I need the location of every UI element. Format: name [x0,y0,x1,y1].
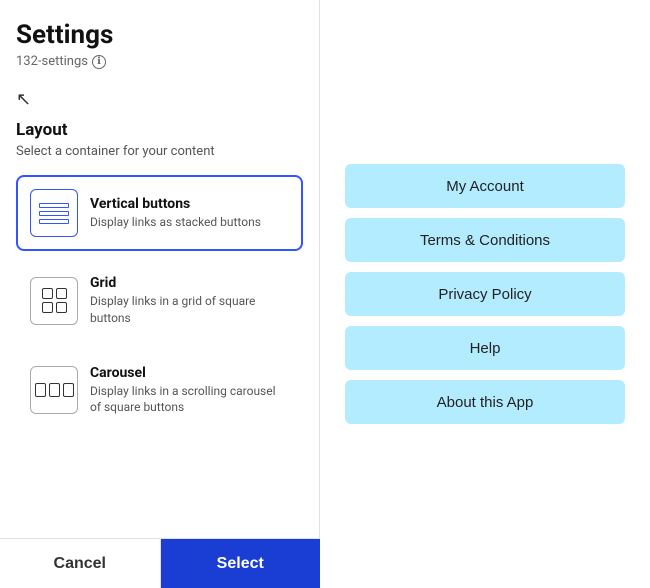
preview-button-terms[interactable]: Terms & Conditions [345,218,625,262]
cursor-indicator: ↖ [16,89,303,110]
settings-title: Settings [16,20,303,50]
grid-option-text: Grid Display links in a grid of square b… [90,275,289,327]
carousel-option-text: Carousel Display links in a scrolling ca… [90,365,289,417]
preview-button-privacy[interactable]: Privacy Policy [345,272,625,316]
vertical-icon [30,189,78,237]
grid-icon [30,277,78,325]
settings-id-text: 132-settings [16,54,88,69]
carousel-icon [30,366,78,414]
layout-title: Layout [16,120,303,140]
layout-option-carousel[interactable]: Carousel Display links in a scrolling ca… [16,351,303,431]
grid-option-desc: Display links in a grid of square button… [90,293,289,327]
preview-button-about[interactable]: About this App [345,380,625,424]
layout-option-vertical[interactable]: Vertical buttons Display links as stacke… [16,175,303,251]
cancel-button[interactable]: Cancel [0,539,161,588]
carousel-option-desc: Display links in a scrolling carousel of… [90,383,289,417]
preview-button-my-account[interactable]: My Account [345,164,625,208]
grid-option-title: Grid [90,275,289,291]
preview-panel: My Account Terms & Conditions Privacy Po… [320,0,650,588]
layout-option-grid[interactable]: Grid Display links in a grid of square b… [16,261,303,341]
vertical-option-title: Vertical buttons [90,196,261,212]
bottom-bar: Cancel Select [0,538,320,588]
layout-subtitle: Select a container for your content [16,144,303,159]
settings-id: 132-settings ℹ [16,54,303,69]
vertical-option-text: Vertical buttons Display links as stacke… [90,196,261,231]
preview-button-help[interactable]: Help [345,326,625,370]
vertical-option-desc: Display links as stacked buttons [90,214,261,231]
info-icon: ℹ [92,55,106,69]
carousel-option-title: Carousel [90,365,289,381]
select-button[interactable]: Select [161,539,321,588]
